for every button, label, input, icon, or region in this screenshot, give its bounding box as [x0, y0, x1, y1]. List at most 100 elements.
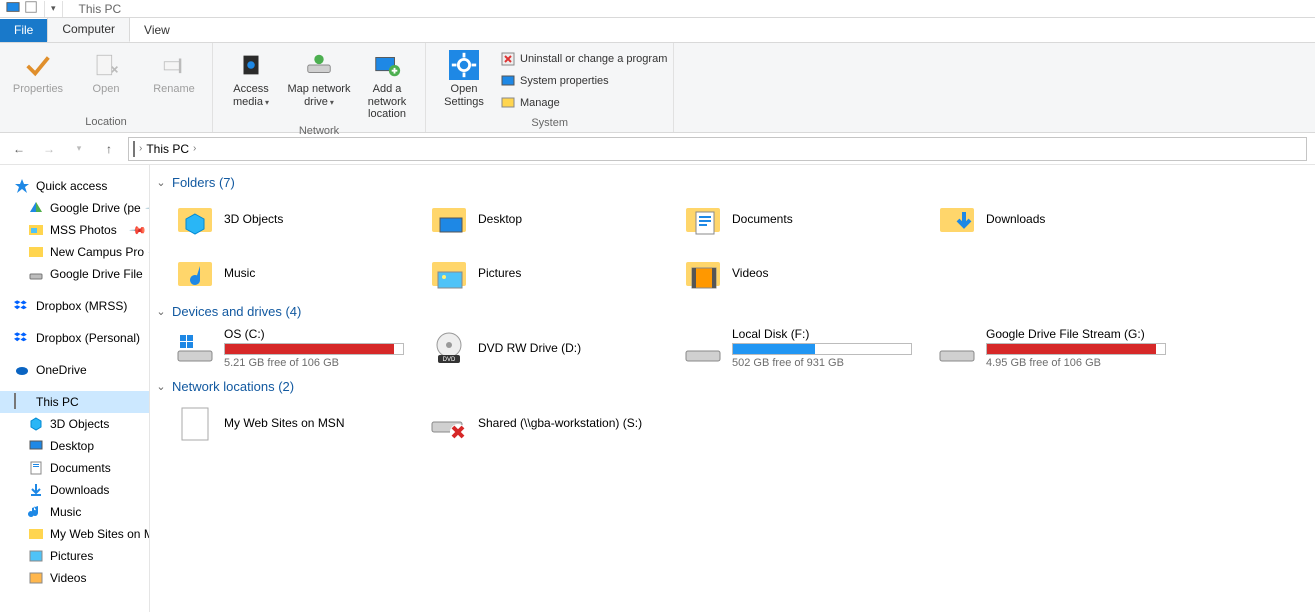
- group-header-network[interactable]: ⌄ Network locations (2): [154, 373, 1315, 398]
- drive-item[interactable]: Local Disk (F:) 502 GB free of 931 GB: [676, 323, 930, 373]
- access-media-button[interactable]: Access media▾: [219, 47, 283, 108]
- nav-dropbox-mrss[interactable]: Dropbox (MRSS): [0, 295, 149, 317]
- nav-forward[interactable]: →: [38, 138, 60, 160]
- qat-customize-caret[interactable]: ▾: [51, 3, 56, 14]
- breadcrumb[interactable]: › This PC ›: [128, 137, 1307, 161]
- nav-qa-item[interactable]: Google Drive (pe 📌: [0, 197, 149, 219]
- properties-label: Properties: [13, 83, 63, 96]
- nav-pc-label: Music: [50, 505, 81, 519]
- manage-button[interactable]: Manage: [500, 93, 667, 113]
- nav-onedrive-label: OneDrive: [36, 363, 87, 377]
- window-title: This PC: [79, 2, 122, 16]
- nav-recent-caret[interactable]: ▾: [68, 138, 90, 160]
- nav-onedrive[interactable]: OneDrive: [0, 359, 149, 381]
- group-header-drives[interactable]: ⌄ Devices and drives (4): [154, 298, 1315, 323]
- nav-quick-access-label: Quick access: [36, 179, 107, 193]
- nav-pc-label: Pictures: [50, 549, 93, 563]
- svg-text:DVD: DVD: [443, 357, 456, 363]
- drive-item[interactable]: DVD DVD RW Drive (D:): [422, 323, 676, 373]
- checkmark-icon: [22, 49, 54, 81]
- folder-item[interactable]: Music: [168, 248, 422, 298]
- uninstall-button[interactable]: Uninstall or change a program: [500, 49, 667, 69]
- ribbon-group-system: Open Settings Uninstall or change a prog…: [426, 43, 674, 132]
- tab-view[interactable]: View: [130, 19, 184, 42]
- group-header-folders[interactable]: ⌄ Folders (7): [154, 169, 1315, 194]
- folder-name: Pictures: [478, 266, 670, 280]
- nav-pc-item[interactable]: My Web Sites on M: [0, 523, 149, 545]
- network-item[interactable]: Shared (\\gba-workstation) (S:): [422, 398, 676, 448]
- nav-this-pc[interactable]: This PC: [0, 391, 149, 413]
- folder-pictures-icon: [428, 252, 470, 294]
- tab-computer[interactable]: Computer: [47, 17, 130, 42]
- nav-pc-children: 3D Objects Desktop Documents Downloads M…: [0, 413, 149, 589]
- nav-pc-item[interactable]: Desktop: [0, 435, 149, 457]
- nav-qa-item[interactable]: MSS Photos 📌: [0, 219, 149, 241]
- quick-access-toolbar: ▾: [0, 0, 71, 17]
- capacity-bar: [986, 343, 1166, 355]
- drive-item[interactable]: OS (C:) 5.21 GB free of 106 GB: [168, 323, 422, 373]
- manage-icon: [500, 95, 516, 111]
- nav-qa-item[interactable]: Google Drive File: [0, 263, 149, 285]
- qat-icon-1[interactable]: [6, 0, 20, 17]
- nav-qa-label: Google Drive File: [50, 267, 143, 281]
- web-shortcut-icon: [174, 402, 216, 444]
- nav-quick-access[interactable]: Quick access: [0, 175, 149, 197]
- nav-pc-label: Documents: [50, 461, 111, 475]
- add-location-icon: [371, 49, 403, 81]
- drive-item[interactable]: Google Drive File Stream (G:) 4.95 GB fr…: [930, 323, 1184, 373]
- folder-3d-icon: [174, 198, 216, 240]
- map-drive-button[interactable]: Map network drive▾: [287, 47, 351, 108]
- folder-name: Desktop: [478, 212, 670, 226]
- rename-button[interactable]: Rename: [142, 47, 206, 96]
- nav-pc-item[interactable]: Pictures: [0, 545, 149, 567]
- folder-documents-icon: [682, 198, 724, 240]
- capacity-bar: [224, 343, 404, 355]
- open-settings-label: Open Settings: [432, 83, 496, 108]
- folder-videos-icon: [682, 252, 724, 294]
- drive-name: DVD RW Drive (D:): [478, 341, 670, 355]
- group-title-drives: Devices and drives (4): [172, 304, 301, 319]
- nav-up[interactable]: ↑: [98, 138, 120, 160]
- folder-item[interactable]: Documents: [676, 194, 930, 244]
- nav-qa-item[interactable]: New Campus Pro 📌: [0, 241, 149, 263]
- main-split: Quick access Google Drive (pe 📌 MSS Phot…: [0, 165, 1315, 612]
- crumb-sep-icon: ›: [139, 143, 142, 154]
- sys-props-label: System properties: [520, 75, 609, 87]
- folder-item[interactable]: 3D Objects: [168, 194, 422, 244]
- open-button[interactable]: Open: [74, 47, 138, 96]
- drive-hdd-icon: [682, 327, 724, 369]
- add-location-label: Add a network location: [355, 83, 419, 121]
- folder-item[interactable]: Desktop: [422, 194, 676, 244]
- network-item[interactable]: My Web Sites on MSN: [168, 398, 422, 448]
- sys-props-button[interactable]: System properties: [500, 71, 667, 91]
- folder-name: Music: [224, 266, 416, 280]
- nav-pc-label: Videos: [50, 571, 86, 585]
- network-name: Shared (\\gba-workstation) (S:): [478, 416, 670, 430]
- folder-item[interactable]: Downloads: [930, 194, 1184, 244]
- rename-label: Rename: [153, 83, 195, 96]
- nav-pc-item[interactable]: Documents: [0, 457, 149, 479]
- group-title-folders: Folders (7): [172, 175, 235, 190]
- qat-icon-2[interactable]: [24, 0, 38, 17]
- folder-downloads-icon: [936, 198, 978, 240]
- nav-pc-item[interactable]: Music: [0, 501, 149, 523]
- nav-pc-item[interactable]: 3D Objects: [0, 413, 149, 435]
- nav-dropbox-personal-label: Dropbox (Personal): [36, 331, 140, 345]
- tab-file[interactable]: File: [0, 19, 47, 42]
- nav-pc-item[interactable]: Videos: [0, 567, 149, 589]
- drive-free: 4.95 GB free of 106 GB: [986, 357, 1178, 369]
- folder-item[interactable]: Videos: [676, 248, 930, 298]
- nav-back[interactable]: ←: [8, 138, 30, 160]
- folder-item[interactable]: Pictures: [422, 248, 676, 298]
- nav-dropbox-personal[interactable]: Dropbox (Personal): [0, 327, 149, 349]
- open-settings-button[interactable]: Open Settings: [432, 47, 496, 108]
- access-media-label: Access media▾: [219, 83, 283, 108]
- add-location-button[interactable]: Add a network location: [355, 47, 419, 121]
- chevron-down-icon: ⌄: [154, 305, 168, 318]
- network-items: My Web Sites on MSN Shared (\\gba-workst…: [168, 398, 1315, 448]
- nav-pc-label: 3D Objects: [50, 417, 109, 431]
- crumb-this-pc[interactable]: This PC: [146, 142, 189, 156]
- uninstall-icon: [500, 51, 516, 67]
- properties-button[interactable]: Properties: [6, 47, 70, 96]
- nav-pc-item[interactable]: Downloads: [0, 479, 149, 501]
